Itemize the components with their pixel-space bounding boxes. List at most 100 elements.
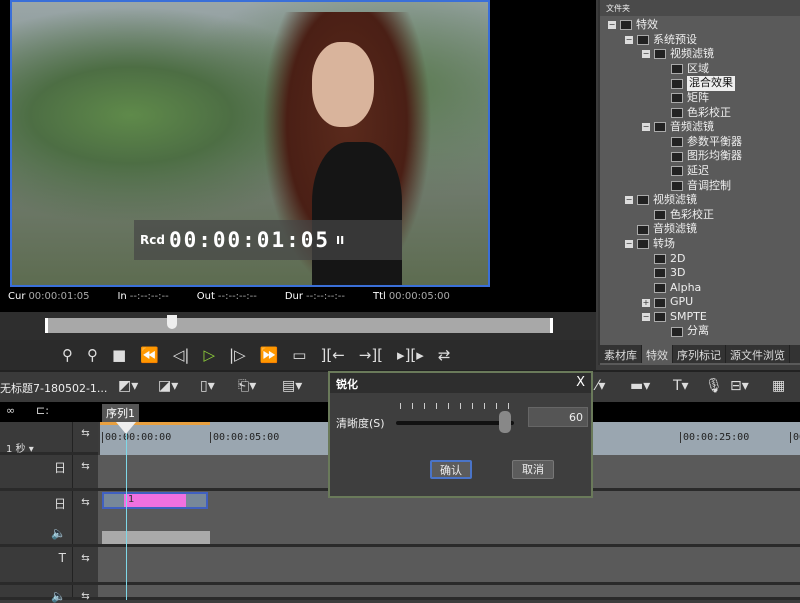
tree-item-label: 视频滤镜 <box>653 193 697 207</box>
timecode-out: Out --:--:--:-- <box>197 291 257 302</box>
scrub-area[interactable] <box>0 312 596 340</box>
sync-icon[interactable]: ⊏: <box>36 404 49 417</box>
tree-item-label: 混合效果 <box>687 76 735 91</box>
panel-tab[interactable]: 特效 <box>642 345 673 363</box>
preview-subject-face <box>312 42 374 127</box>
tool-icon[interactable]: ▬▾ <box>630 378 650 394</box>
expand-toggle-icon[interactable]: − <box>625 35 633 44</box>
tree-item[interactable]: 矩阵 <box>600 91 800 106</box>
tree-item[interactable]: 分离 <box>600 324 800 339</box>
tree-item[interactable]: 区域 <box>600 62 800 77</box>
timecode-value: 00:00:01:05 <box>28 291 90 302</box>
tree-item[interactable]: − 转场 <box>600 237 800 252</box>
control-button-4[interactable]: ◁| <box>173 346 190 364</box>
tree-item[interactable]: − 特效 <box>600 18 800 33</box>
export-icon[interactable]: ⎗▾ <box>238 378 256 394</box>
tree-item[interactable]: 音频滤镜 <box>600 222 800 237</box>
control-button-3[interactable]: ⏪ <box>140 346 159 364</box>
track-patch[interactable]: ⇆ <box>72 585 98 602</box>
tree-item[interactable]: 延迟 <box>600 164 800 179</box>
tree-item[interactable]: − 音频滤镜 <box>600 120 800 135</box>
video-clip[interactable]: 1 <box>102 492 208 509</box>
ok-button[interactable]: 确认 <box>430 460 472 479</box>
timeline-playhead[interactable] <box>116 422 136 434</box>
layout-icon[interactable]: ▦ <box>772 378 785 394</box>
panel-tab[interactable]: 序列标记 <box>673 345 726 363</box>
track-visibility-icon[interactable]: 日 🔈 <box>0 491 72 544</box>
control-button-0[interactable]: ⚲ <box>62 346 73 364</box>
panel-tab[interactable]: 素材库 <box>600 345 642 363</box>
tree-item-label: 矩阵 <box>687 90 709 104</box>
control-button-1[interactable]: ⚲ <box>87 346 98 364</box>
control-button-10[interactable]: →][ <box>359 346 383 364</box>
sharpness-value-input[interactable]: 60 <box>528 407 588 427</box>
title-icon[interactable]: T▾ <box>673 378 689 394</box>
tree-item[interactable]: 混合效果 <box>600 76 800 91</box>
cancel-button[interactable]: 取消 <box>512 460 554 479</box>
control-button-12[interactable]: ⇄ <box>438 346 451 364</box>
render-icon[interactable]: ⊟▾ <box>730 378 749 394</box>
tree-item[interactable]: 音调控制 <box>600 179 800 194</box>
tab-sequence-1[interactable]: 序列1 <box>102 404 139 422</box>
tree-item[interactable]: 2D <box>600 252 800 267</box>
tree-item-label: 转场 <box>653 236 675 250</box>
expand-toggle-icon[interactable]: + <box>642 298 650 307</box>
control-button-9[interactable]: ][← <box>320 346 344 364</box>
tree-item[interactable]: − 系统预设 <box>600 33 800 48</box>
expand-toggle-icon[interactable]: − <box>625 196 633 205</box>
control-button-8[interactable]: ▭ <box>292 346 306 364</box>
expand-toggle-icon[interactable]: − <box>642 123 650 132</box>
tree-item[interactable]: Alpha <box>600 281 800 296</box>
microphone-icon[interactable]: 🎙 <box>705 378 723 394</box>
playhead-handle[interactable] <box>166 315 177 329</box>
speaker-icon[interactable]: 🔈 <box>0 585 72 603</box>
tree-item[interactable]: 色彩校正 <box>600 106 800 121</box>
track-patch[interactable]: ⇆ <box>72 547 98 582</box>
audio-clip[interactable] <box>102 531 210 544</box>
folder-icon <box>671 166 683 177</box>
folder-icon <box>671 151 683 162</box>
tree-item[interactable]: 色彩校正 <box>600 208 800 223</box>
slider-thumb[interactable] <box>499 411 511 433</box>
tool-icon[interactable]: ⁄▾ <box>596 378 605 394</box>
control-button-2[interactable]: ■ <box>112 346 126 364</box>
scale-select[interactable]: 1 秒 <box>6 444 26 455</box>
ruler-toggle[interactable]: ⇆ <box>72 422 98 452</box>
tree-item[interactable]: − SMPTE <box>600 310 800 325</box>
project-name: 无标题7-180502-1... <box>0 382 108 395</box>
tree-item[interactable]: 参数平衡器 <box>600 135 800 150</box>
close-icon[interactable]: X <box>576 375 585 390</box>
control-button-6[interactable]: |▷ <box>229 346 246 364</box>
control-button-7[interactable]: ⏩ <box>260 346 279 364</box>
expand-toggle-icon[interactable]: − <box>608 21 616 30</box>
tree-item-label: 音频滤镜 <box>670 120 714 134</box>
tree-item[interactable]: 3D <box>600 266 800 281</box>
panel-tab[interactable]: 源文件浏览 <box>726 345 790 363</box>
tree-item[interactable]: + GPU <box>600 295 800 310</box>
new-file-icon[interactable]: ▯▾ <box>200 378 215 394</box>
track-visibility-icon[interactable]: 日 <box>0 455 72 488</box>
control-button-11[interactable]: ▸][▸ <box>397 346 424 364</box>
save-icon[interactable]: ▤▾ <box>282 378 302 394</box>
tree-item[interactable]: − 视频滤镜 <box>600 193 800 208</box>
sharpen-dialog: 锐化 X 清晰度(S) 60 确认 取消 <box>328 371 593 498</box>
tree-item[interactable]: 图形均衡器 <box>600 149 800 164</box>
panel-header: 文件夹 <box>600 0 800 16</box>
sharpness-slider[interactable] <box>396 421 514 425</box>
tool-icon[interactable]: ◪▾ <box>158 378 178 394</box>
title-track-icon[interactable]: T <box>0 547 72 582</box>
timecode-value: --:--:--:-- <box>217 291 257 302</box>
control-button-5[interactable]: ▷ <box>203 346 215 364</box>
tree-item[interactable]: − 视频滤镜 <box>600 47 800 62</box>
track-patch[interactable]: ⇆ <box>72 455 98 488</box>
timecode-label: Cur <box>8 291 26 302</box>
expand-toggle-icon[interactable]: − <box>642 50 650 59</box>
track-patch[interactable]: ⇆ <box>72 491 98 544</box>
link-icon[interactable]: ∞ <box>6 404 15 417</box>
tree-item-label: 参数平衡器 <box>687 134 742 148</box>
expand-toggle-icon[interactable]: − <box>642 313 650 322</box>
tool-icon[interactable]: ◩▾ <box>118 378 138 394</box>
timeline-cursor[interactable] <box>126 430 127 600</box>
scrub-bar[interactable] <box>45 318 553 333</box>
expand-toggle-icon[interactable]: − <box>625 240 633 249</box>
